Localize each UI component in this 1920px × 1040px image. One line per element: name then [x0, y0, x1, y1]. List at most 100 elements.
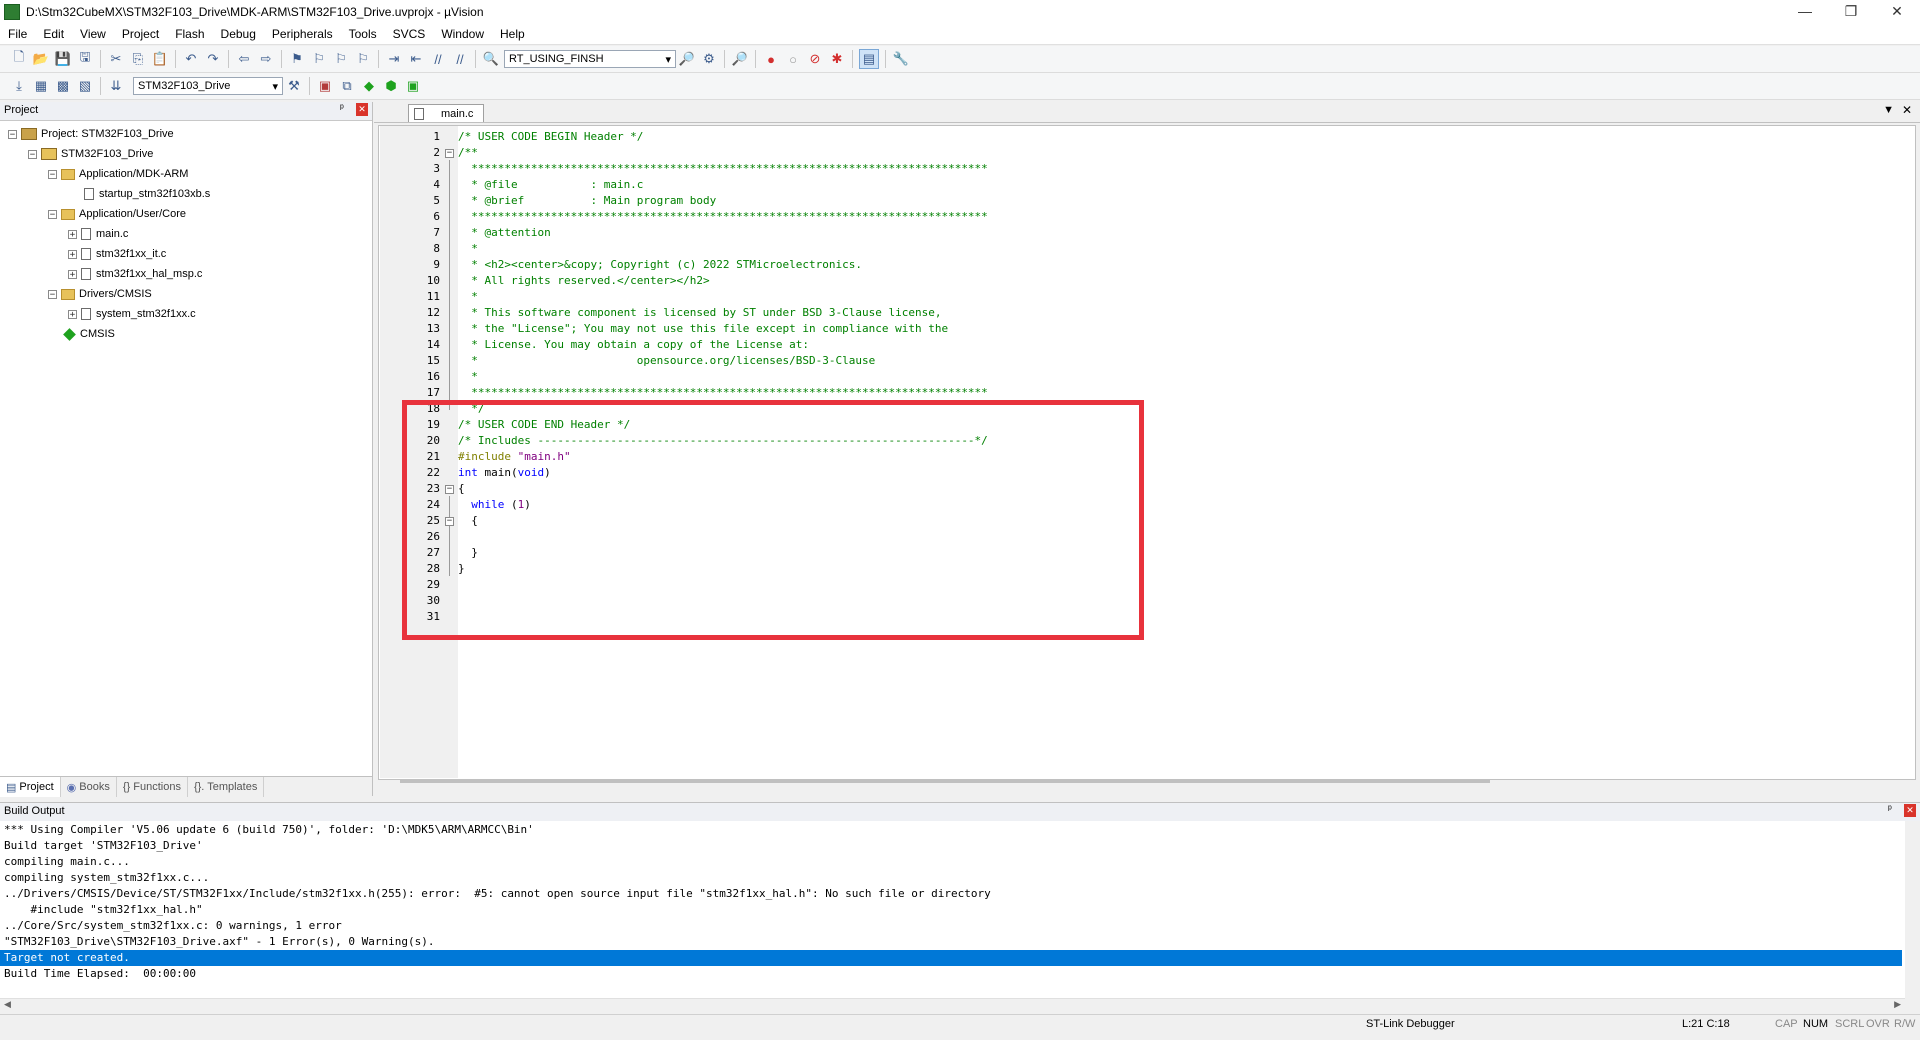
- code-line: * the "License"; You may not use this fi…: [458, 322, 949, 335]
- menu-help[interactable]: Help: [492, 27, 533, 41]
- breakpoint-disable-all-icon[interactable]: ⊘: [806, 50, 824, 68]
- menu-project[interactable]: Project: [114, 27, 167, 41]
- tree-file-system-c[interactable]: + system_stm32f1xx.c: [68, 306, 196, 322]
- save-all-icon[interactable]: 🖫: [76, 49, 94, 68]
- nav-back-icon[interactable]: ⇦: [235, 50, 253, 68]
- menu-view[interactable]: View: [72, 27, 114, 41]
- tab-books[interactable]: ◉ Books: [61, 777, 117, 797]
- cut-icon[interactable]: ✂: [107, 50, 125, 68]
- line-number: 15: [426, 354, 440, 367]
- bookmark-next-icon[interactable]: ⚐: [332, 50, 350, 68]
- breakpoint-insert-icon[interactable]: ●: [762, 50, 780, 68]
- file-icon: [81, 308, 91, 320]
- menu-window[interactable]: Window: [433, 27, 492, 41]
- tree-file-it-c[interactable]: + stm32f1xx_it.c: [68, 246, 166, 262]
- tab-list-dropdown-icon[interactable]: ▼: [1883, 104, 1894, 116]
- minimize-button[interactable]: —: [1782, 0, 1828, 24]
- window-layout-icon[interactable]: ▤: [859, 49, 879, 69]
- build-output-horizontal-scrollbar[interactable]: ◀ ▶: [0, 998, 1905, 1013]
- close-panel-icon[interactable]: ✕: [356, 103, 368, 116]
- software-packs-icon[interactable]: ▣: [404, 77, 422, 95]
- fold-toggle-icon[interactable]: −: [445, 149, 454, 158]
- collapse-icon[interactable]: −: [48, 209, 57, 219]
- rebuild-icon[interactable]: ▩: [54, 77, 72, 95]
- tab-project[interactable]: ▤ Project: [0, 777, 61, 797]
- menu-file[interactable]: File: [0, 27, 35, 41]
- select-packs-icon[interactable]: ⧉: [338, 77, 356, 95]
- menu-tools[interactable]: Tools: [341, 27, 385, 41]
- comment-icon[interactable]: //: [429, 50, 447, 68]
- target-combo[interactable]: STM32F103_Drive ▾: [133, 77, 283, 95]
- bookmark-prev-icon[interactable]: ⚐: [310, 50, 328, 68]
- indent-icon[interactable]: ⇥: [385, 50, 403, 68]
- expand-icon[interactable]: +: [68, 249, 77, 259]
- configure-icon[interactable]: 🔧: [892, 50, 910, 68]
- open-file-icon[interactable]: 📂: [32, 50, 50, 68]
- collapse-icon[interactable]: −: [28, 149, 37, 159]
- bookmark-icon[interactable]: ⚑: [288, 50, 306, 68]
- manage-rte-icon[interactable]: ◆: [360, 77, 378, 95]
- tab-functions[interactable]: {} Functions: [117, 777, 188, 797]
- uncomment-icon[interactable]: //: [451, 50, 469, 68]
- tree-group-mdk-arm[interactable]: − Application/MDK-ARM: [48, 166, 188, 182]
- scroll-lock-indicator: SCRL: [1835, 1018, 1865, 1030]
- debug-session-icon[interactable]: 🔎: [731, 50, 749, 68]
- maximize-button[interactable]: ❐: [1828, 0, 1874, 24]
- close-window-button[interactable]: ✕: [1874, 0, 1920, 24]
- line-number: 16: [426, 370, 440, 383]
- redo-icon[interactable]: ↷: [204, 50, 222, 68]
- find-in-files-icon[interactable]: 🔍: [482, 50, 500, 68]
- save-icon[interactable]: 💾: [54, 50, 72, 68]
- tree-file-startup[interactable]: startup_stm32f103xb.s: [84, 186, 210, 202]
- paste-icon[interactable]: 📋: [151, 50, 169, 68]
- unindent-icon[interactable]: ⇤: [407, 50, 425, 68]
- find-icon[interactable]: 🔎: [678, 50, 696, 68]
- scroll-right-icon[interactable]: ▶: [1894, 999, 1901, 1010]
- tab-templates[interactable]: {}. Templates: [188, 777, 265, 797]
- undo-icon[interactable]: ↶: [182, 50, 200, 68]
- build-icon[interactable]: ▦: [32, 77, 50, 95]
- tree-file-main-c[interactable]: + main.c: [68, 226, 128, 242]
- tree-group-cmsis[interactable]: − Drivers/CMSIS: [48, 286, 152, 302]
- nav-forward-icon[interactable]: ⇨: [257, 50, 275, 68]
- collapse-icon[interactable]: −: [48, 289, 57, 299]
- tree-project-root[interactable]: − Project: STM32F103_Drive: [8, 126, 174, 142]
- target-options-icon[interactable]: ⚒: [285, 77, 303, 95]
- expand-icon[interactable]: +: [68, 269, 77, 279]
- find-combo[interactable]: RT_USING_FINSH ▾: [504, 50, 676, 68]
- menu-peripherals[interactable]: Peripherals: [264, 27, 341, 41]
- build-output-vertical-scrollbar[interactable]: [1905, 821, 1920, 1003]
- bookmark-clear-icon[interactable]: ⚐: [354, 50, 372, 68]
- pin-icon[interactable]: ᵖ: [340, 103, 344, 114]
- manage-project-items-icon[interactable]: ▣: [316, 77, 334, 95]
- batch-build-icon[interactable]: ▧: [76, 77, 94, 95]
- new-file-icon[interactable]: 🗋: [10, 49, 28, 68]
- tree-file-hal-msp-c[interactable]: + stm32f1xx_hal_msp.c: [68, 266, 202, 282]
- pin-icon[interactable]: ᵖ: [1888, 804, 1892, 815]
- incremental-find-icon[interactable]: ⚙: [700, 50, 718, 68]
- translate-icon[interactable]: ⤓: [10, 77, 28, 95]
- breakpoint-kill-all-icon[interactable]: ✱: [828, 50, 846, 68]
- expand-icon[interactable]: +: [68, 309, 77, 319]
- close-panel-icon[interactable]: ✕: [1904, 804, 1916, 817]
- menu-edit[interactable]: Edit: [35, 27, 72, 41]
- code-line: ****************************************…: [458, 210, 988, 223]
- tree-component-cmsis[interactable]: CMSIS: [62, 326, 115, 342]
- editor-horizontal-scrollbar[interactable]: [400, 780, 1490, 783]
- menu-debug[interactable]: Debug: [213, 27, 264, 41]
- collapse-icon[interactable]: −: [48, 169, 57, 179]
- tab-main-c[interactable]: main.c: [408, 104, 484, 122]
- collapse-icon[interactable]: −: [8, 129, 17, 139]
- menu-flash[interactable]: Flash: [167, 27, 212, 41]
- tree-target[interactable]: − STM32F103_Drive: [28, 146, 153, 162]
- pack-installer-icon[interactable]: ⬢: [382, 77, 400, 95]
- download-icon[interactable]: ⇊: [107, 77, 125, 95]
- breakpoint-disable-icon[interactable]: ○: [784, 50, 802, 68]
- menu-svcs[interactable]: SVCS: [385, 27, 434, 41]
- close-tab-icon[interactable]: ✕: [1902, 103, 1912, 117]
- build-output-text[interactable]: [0, 821, 1905, 1003]
- tree-group-user-core[interactable]: − Application/User/Core: [48, 206, 186, 222]
- copy-icon[interactable]: ⎘: [129, 50, 147, 68]
- expand-icon[interactable]: +: [68, 229, 77, 239]
- scroll-left-icon[interactable]: ◀: [4, 999, 11, 1010]
